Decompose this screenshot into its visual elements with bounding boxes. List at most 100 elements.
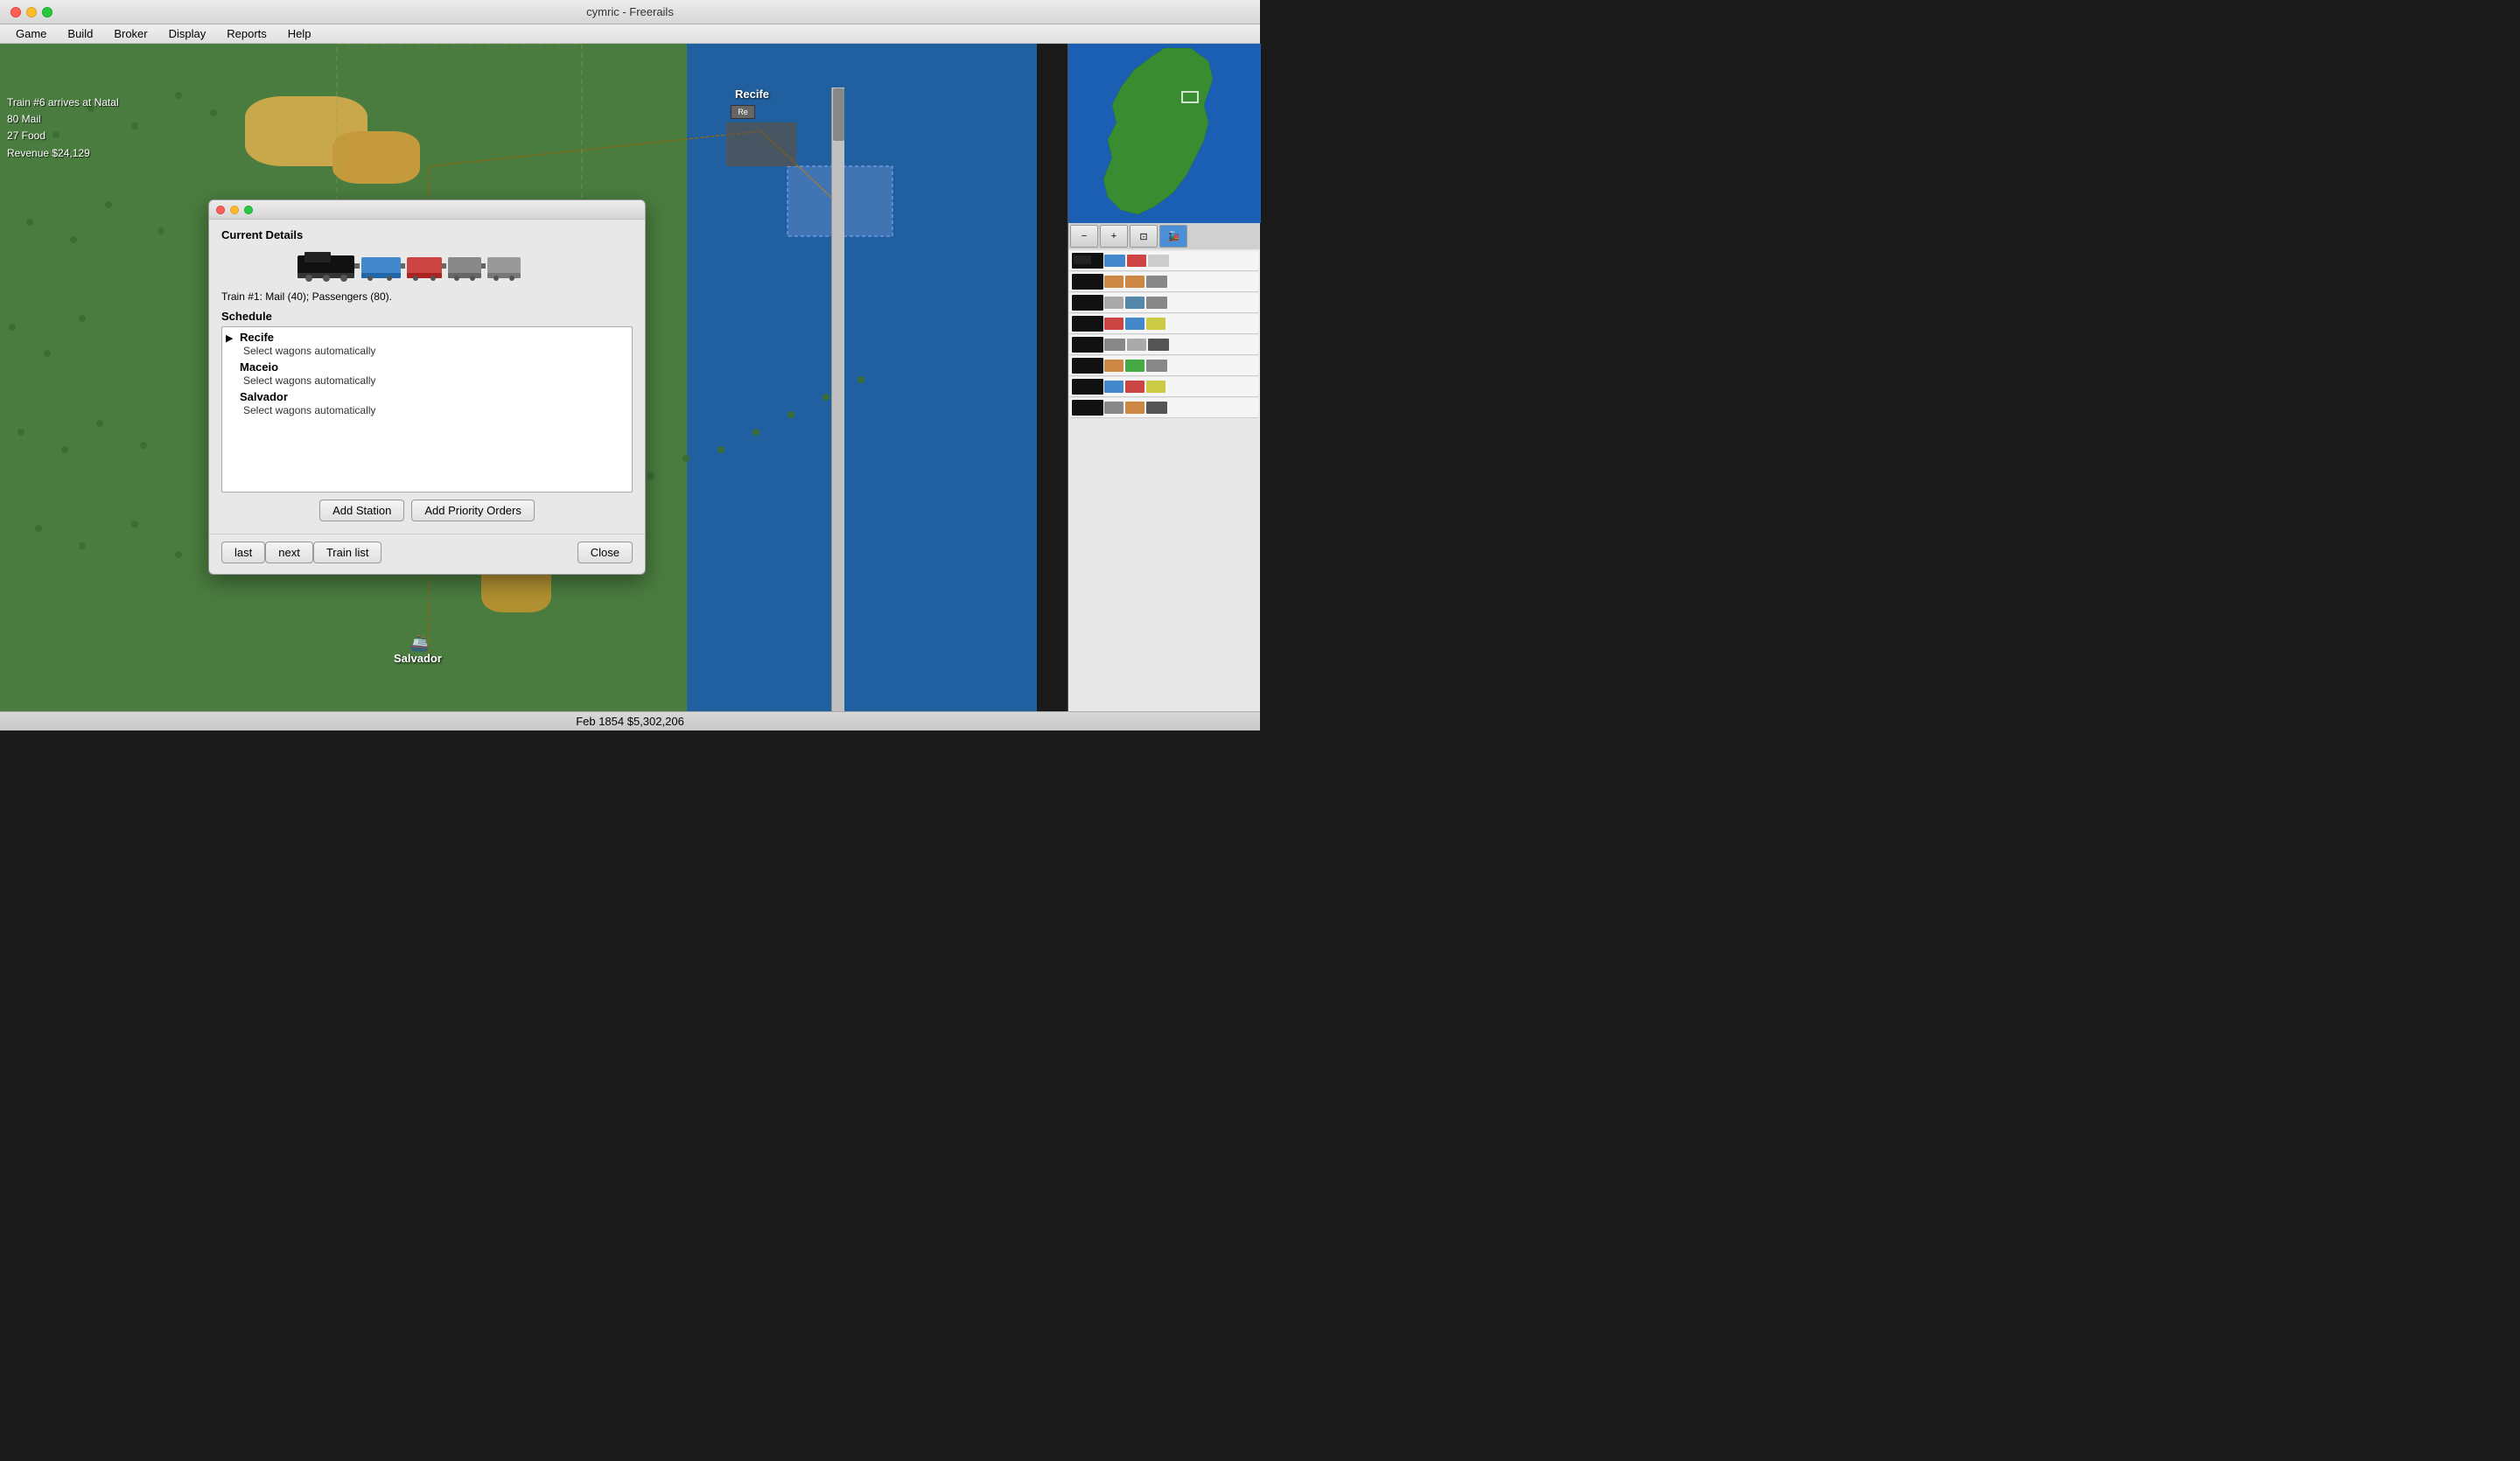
coupler-2 [401, 263, 405, 269]
menu-help[interactable]: Help [279, 25, 320, 42]
tree-19 [79, 542, 86, 549]
city-label-salvador: Salvador [394, 652, 442, 665]
wr-wheel-2 [430, 276, 436, 281]
tree-12 [44, 350, 51, 357]
train-view-button[interactable]: 🚂 [1159, 225, 1187, 248]
train-row-8[interactable] [1070, 398, 1258, 418]
train-display [221, 248, 633, 283]
train-row-5[interactable] [1070, 335, 1258, 355]
tree-37 [752, 429, 760, 436]
wr-wheel-1 [413, 276, 418, 281]
schedule-station-salvador: Salvador [240, 390, 288, 403]
modal-min-dot[interactable] [230, 206, 239, 214]
coupler-1 [354, 263, 360, 269]
status-bar: Feb 1854 $5,302,206 [0, 711, 1260, 730]
wg1-wheel-1 [454, 276, 459, 281]
add-priority-orders-button[interactable]: Add Priority Orders [411, 500, 535, 521]
train-image [296, 248, 558, 283]
next-button[interactable]: next [265, 542, 313, 563]
wg2-wheel-2 [509, 276, 514, 281]
zoom-fit-button[interactable]: ⊡ [1130, 225, 1158, 248]
close-button[interactable] [10, 7, 21, 17]
schedule-label: Schedule [221, 310, 633, 323]
tree-16 [96, 420, 103, 427]
last-button[interactable]: last [221, 542, 265, 563]
status-line-1: Train #6 arrives at Natal [7, 94, 119, 111]
menu-build[interactable]: Build [59, 25, 102, 42]
train-row-2[interactable] [1070, 272, 1258, 292]
city-label-recife: Recife [735, 87, 769, 101]
loco-wheel-3 [340, 275, 347, 282]
menu-game[interactable]: Game [7, 25, 55, 42]
train-row-6[interactable] [1070, 356, 1258, 376]
schedule-list[interactable]: ▶ Recife Select wagons automatically ▶ M… [221, 326, 633, 493]
loco-cab [304, 252, 331, 262]
wg2-wheel-1 [494, 276, 499, 281]
wagon-gray-base-2 [487, 273, 521, 278]
train-info: Train #1: Mail (40); Passengers (80). [221, 290, 633, 303]
modal-body: Current Details [209, 220, 645, 530]
modal-max-dot[interactable] [244, 206, 253, 214]
schedule-arrow-recife: ▶ [226, 332, 236, 344]
tree-35 [682, 455, 690, 462]
modal-close-dot[interactable] [216, 206, 225, 214]
schedule-buttons: Add Station Add Priority Orders [221, 500, 633, 521]
tree-21 [175, 551, 182, 558]
train-details-dialog: Current Details [208, 199, 646, 575]
tree-6 [210, 109, 217, 116]
status-overlay: Train #6 arrives at Natal 80 Mail 27 Foo… [7, 94, 119, 162]
window-title: cymric - Freerails [586, 5, 674, 18]
schedule-section: Schedule ▶ Recife Select wagons automati… [221, 310, 633, 521]
tree-34 [648, 472, 654, 479]
tree-5 [175, 92, 182, 99]
tree-20 [131, 521, 138, 528]
window-controls[interactable] [10, 7, 52, 17]
tree-38 [788, 411, 794, 418]
south-america-map [1068, 44, 1261, 223]
tree-40 [858, 376, 864, 383]
schedule-entry-maceio: ▶ Maceio Select wagons automatically [226, 360, 628, 387]
schedule-station-maceio: Maceio [240, 360, 278, 374]
menu-display[interactable]: Display [160, 25, 215, 42]
wg1-wheel-2 [470, 276, 475, 281]
schedule-entry-recife: ▶ Recife Select wagons automatically [226, 331, 628, 357]
train-roster [1068, 249, 1260, 730]
wb-wheel-1 [368, 276, 373, 281]
maximize-button[interactable] [42, 7, 52, 17]
train-row-1[interactable] [1070, 251, 1258, 271]
current-details-title: Current Details [221, 228, 633, 241]
close-button-modal[interactable]: Close [578, 542, 633, 563]
zoom-out-button[interactable]: − [1070, 225, 1098, 248]
minimap-controls: − + ⊡ 🚂 [1068, 223, 1260, 249]
tree-4 [131, 122, 138, 129]
titlebar: cymric - Freerails [0, 0, 1260, 24]
vertical-scrollbar[interactable] [831, 87, 844, 730]
coupler-3 [442, 263, 446, 269]
train-row-4[interactable] [1070, 314, 1258, 334]
station-recife: Re [731, 105, 755, 119]
train-list-button[interactable]: Train list [313, 542, 382, 563]
tree-17 [140, 442, 147, 449]
menu-broker[interactable]: Broker [105, 25, 156, 42]
schedule-sub-salvador: Select wagons automatically [243, 404, 375, 416]
tree-39 [822, 394, 830, 401]
train-row-7[interactable] [1070, 377, 1258, 397]
wb-wheel-2 [387, 276, 392, 281]
minimap-image[interactable] [1068, 44, 1261, 223]
tree-13 [79, 315, 86, 322]
wagon-gray-base-1 [448, 273, 481, 278]
menu-reports[interactable]: Reports [218, 25, 276, 42]
scrollbar-thumb-v[interactable] [833, 88, 844, 141]
add-station-button[interactable]: Add Station [319, 500, 404, 521]
city-buildings-recife [726, 122, 796, 166]
loco-wheel-2 [323, 275, 330, 282]
tree-10 [158, 227, 164, 234]
train-row-3[interactable] [1070, 293, 1258, 313]
terrain-sand-2 [332, 131, 420, 184]
minimize-button[interactable] [26, 7, 37, 17]
zoom-in-button[interactable]: + [1100, 225, 1128, 248]
tree-15 [61, 446, 68, 453]
modal-titlebar [209, 200, 645, 220]
tree-7 [26, 219, 33, 226]
modal-footer: last next Train list Close [209, 534, 645, 574]
